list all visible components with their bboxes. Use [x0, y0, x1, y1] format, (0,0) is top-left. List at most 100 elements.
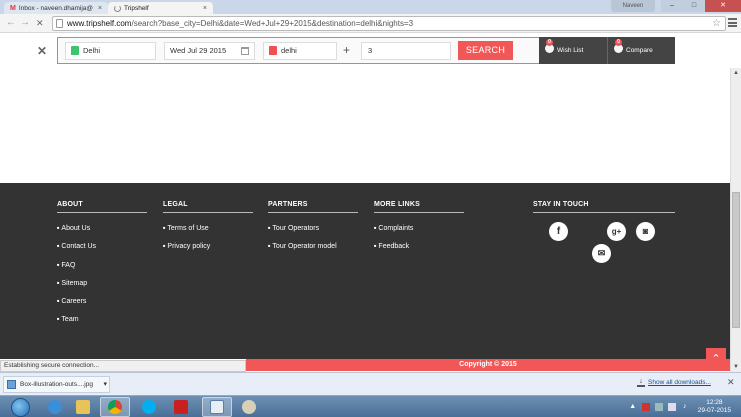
compare-count-badge: 0: [615, 39, 622, 46]
scroll-down-arrow-icon[interactable]: ▼: [731, 362, 741, 372]
location-pin-icon: [269, 46, 277, 55]
destination-field[interactable]: delhi +: [263, 42, 350, 60]
taskbar-acrobat[interactable]: [166, 397, 196, 417]
footer-link-careers[interactable]: Careers: [57, 292, 147, 310]
search-strip: ✕ Delhi Wed Jul 29 2015 delhi + 3 SEARCH…: [0, 33, 741, 68]
search-button[interactable]: SEARCH: [458, 41, 513, 60]
footer-link-tour-operator-model[interactable]: Tour Operator model: [268, 237, 358, 255]
footer-link-complaints[interactable]: Complaints: [374, 219, 464, 237]
footer-legal-column: LEGAL Terms of Use Privacy policy: [163, 201, 253, 256]
taskbar-paint[interactable]: [234, 397, 264, 417]
show-hidden-icons-icon[interactable]: ▲: [629, 403, 637, 411]
footer-heading: MORE LINKS: [374, 201, 464, 213]
browser-menu-icon[interactable]: [728, 18, 737, 29]
calendar-icon[interactable]: [241, 47, 249, 55]
gmail-icon: M: [10, 4, 16, 12]
heart-icon: 0: [545, 39, 554, 53]
display-icon[interactable]: [654, 402, 663, 411]
status-bubble: Establishing secure connection...: [0, 360, 246, 372]
window-user-badge[interactable]: Naveen: [611, 0, 655, 12]
add-destination-icon[interactable]: +: [343, 42, 350, 58]
loading-spinner-icon: [114, 4, 121, 12]
skype-icon: [142, 400, 156, 414]
taskbar-chrome[interactable]: [100, 397, 130, 417]
taskbar-notes[interactable]: [202, 397, 232, 417]
close-download-shelf-icon[interactable]: ✕: [727, 377, 735, 388]
footer-heading: LEGAL: [163, 201, 253, 213]
footer-link-terms[interactable]: Terms of Use: [163, 219, 253, 237]
back-arrow-icon[interactable]: ←: [6, 18, 16, 28]
footer-link-tour-operators[interactable]: Tour Operators: [268, 219, 358, 237]
tab-gmail-inbox[interactable]: M Inbox - naveen.dhamija@ ×: [4, 2, 108, 14]
close-tab-icon[interactable]: ×: [203, 5, 207, 12]
document-icon: [210, 400, 224, 414]
scroll-up-arrow-icon[interactable]: ▲: [731, 68, 741, 78]
footer-about-column: ABOUT About Us Contact Us FAQ Sitemap Ca…: [57, 201, 147, 329]
footer-link-team[interactable]: Team: [57, 310, 147, 328]
footer-stay-in-touch-column: STAY IN TOUCH: [533, 201, 675, 213]
taskbar-skype[interactable]: [134, 397, 164, 417]
chrome-icon: [108, 400, 122, 414]
close-icon[interactable]: ✕: [37, 44, 47, 58]
scrollbar-thumb[interactable]: [732, 192, 740, 328]
forward-arrow-icon[interactable]: →: [20, 18, 30, 28]
footer-heading: STAY IN TOUCH: [533, 201, 675, 213]
taskbar-clock[interactable]: 12:28 29-07-2015: [698, 399, 731, 415]
maximize-button[interactable]: □: [683, 0, 705, 12]
nights-field[interactable]: 3: [361, 42, 451, 60]
browser-tab-strip: M Inbox - naveen.dhamija@ × Tripshelf × …: [0, 0, 741, 14]
site-footer: ABOUT About Us Contact Us FAQ Sitemap Ca…: [0, 183, 730, 359]
footer-link-feedback[interactable]: Feedback: [374, 237, 464, 255]
footer-more-links-column: MORE LINKS Complaints Feedback: [374, 201, 464, 256]
email-icon[interactable]: ✉: [592, 244, 611, 263]
instagram-icon[interactable]: ◙: [636, 222, 655, 241]
show-all-downloads-link[interactable]: Show all downloads...: [648, 379, 711, 386]
date-field[interactable]: Wed Jul 29 2015: [164, 42, 255, 60]
footer-link-sitemap[interactable]: Sitemap: [57, 274, 147, 292]
download-icon: ↓: [637, 378, 645, 387]
tab-tripshelf[interactable]: Tripshelf ×: [108, 2, 213, 14]
windows-logo-icon: [11, 398, 30, 417]
start-button[interactable]: [3, 397, 39, 417]
download-item[interactable]: Box-illustration-outs....jpg ▾: [3, 376, 110, 393]
copyright-bar: Copyright © 2015: [246, 359, 730, 371]
taskbar-explorer[interactable]: [68, 397, 98, 417]
clock-time: 12:28: [706, 398, 723, 406]
footer-heading: PARTNERS: [268, 201, 358, 213]
compare-icon: 0: [614, 39, 623, 53]
minimize-button[interactable]: –: [661, 0, 683, 12]
wishlist-button[interactable]: 0 Wish List: [539, 37, 607, 64]
footer-link-privacy[interactable]: Privacy policy: [163, 237, 253, 255]
footer-partners-column: PARTNERS Tour Operators Tour Operator mo…: [268, 201, 358, 256]
bookmark-star-icon[interactable]: ☆: [712, 17, 721, 30]
security-icon[interactable]: [641, 402, 650, 411]
internet-explorer-icon: [48, 400, 62, 414]
nights-value: 3: [368, 46, 373, 55]
volume-icon[interactable]: ♪: [681, 403, 689, 411]
chevron-down-icon[interactable]: ▾: [103, 377, 107, 392]
image-file-icon: [7, 380, 16, 389]
footer-link-about-us[interactable]: About Us: [57, 219, 147, 237]
url-path: /search?base_city=Delhi&date=Wed+Jul+29+…: [131, 19, 414, 28]
footer-link-faq[interactable]: FAQ: [57, 256, 147, 274]
page-scrollbar[interactable]: ▲ ▼: [730, 68, 741, 372]
from-city-field[interactable]: Delhi: [65, 42, 156, 60]
compare-label: Compare: [626, 47, 653, 54]
close-tab-icon[interactable]: ×: [98, 5, 102, 12]
download-shelf: Box-illustration-outs....jpg ▾ ↓ Show al…: [0, 372, 741, 395]
close-window-button[interactable]: ✕: [705, 0, 741, 12]
stop-loading-icon[interactable]: ✕: [36, 18, 44, 28]
compare-button[interactable]: 0 Compare: [607, 37, 675, 64]
scroll-to-top-button[interactable]: ⌃: [706, 348, 726, 368]
windows-taskbar: ▲ ♪ 12:28 29-07-2015: [0, 395, 741, 417]
pdf-icon: [174, 400, 188, 414]
facebook-icon[interactable]: f: [549, 222, 568, 241]
date-value: Wed Jul 29 2015: [170, 46, 227, 55]
url-input[interactable]: www.tripshelf.com/search?base_city=Delhi…: [52, 16, 726, 31]
google-plus-icon[interactable]: g+: [607, 222, 626, 241]
clock-date: 29-07-2015: [697, 406, 731, 414]
wishlist-label: Wish List: [557, 47, 584, 54]
network-icon[interactable]: [667, 402, 676, 411]
footer-link-contact-us[interactable]: Contact Us: [57, 237, 147, 255]
taskbar-ie[interactable]: [40, 397, 70, 417]
